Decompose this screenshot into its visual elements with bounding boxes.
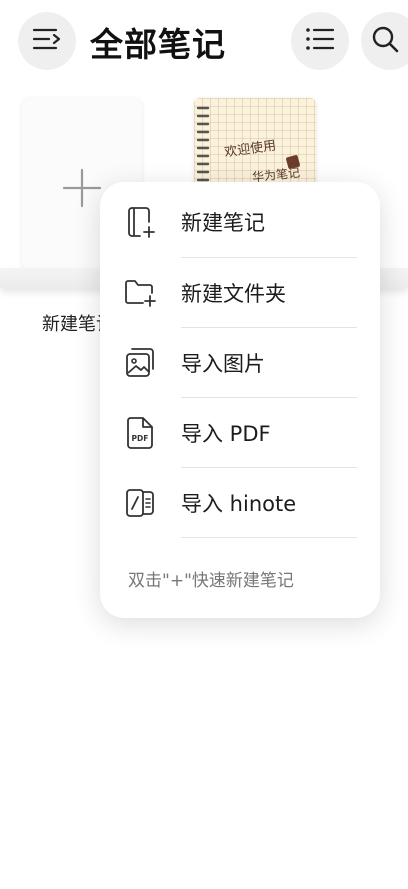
create-popup-menu: 新建笔记 新建文件夹 导入图片 PDF 导入 PDF 导入 hinote 双击"… <box>100 182 380 618</box>
menu-item-import-image[interactable]: 导入图片 <box>100 328 380 398</box>
menu-icon <box>32 27 62 55</box>
list-view-button[interactable] <box>291 12 349 70</box>
search-button[interactable] <box>361 12 408 70</box>
search-icon <box>371 25 399 57</box>
menu-item-new-note[interactable]: 新建笔记 <box>100 187 380 257</box>
notebook-cover-text-1: 欢迎使用 <box>223 138 278 161</box>
hinote-icon <box>122 485 158 521</box>
new-note-icon <box>122 204 158 240</box>
pdf-icon: PDF <box>122 415 158 451</box>
menu-item-label: 导入 PDF <box>181 422 271 446</box>
plus-icon <box>62 168 102 212</box>
page-title: 全部笔记 <box>90 25 226 64</box>
menu-item-import-pdf[interactable]: PDF 导入 PDF <box>100 398 380 468</box>
menu-item-label: 新建文件夹 <box>181 282 286 306</box>
svg-text:PDF: PDF <box>132 434 149 443</box>
menu-item-label: 导入 hinote <box>181 492 297 516</box>
menu-button[interactable] <box>18 12 76 70</box>
menu-item-new-folder[interactable]: 新建文件夹 <box>100 258 380 328</box>
image-icon <box>122 345 158 381</box>
menu-item-label: 新建笔记 <box>181 211 265 235</box>
new-folder-icon <box>122 275 158 311</box>
quick-create-hint: 双击"+"快速新建笔记 <box>128 571 294 591</box>
stamp-icon <box>286 154 300 173</box>
list-view-icon <box>305 26 335 56</box>
menu-item-import-hinote[interactable]: 导入 hinote <box>100 468 380 538</box>
menu-item-label: 导入图片 <box>181 352 265 376</box>
divider <box>181 537 357 538</box>
